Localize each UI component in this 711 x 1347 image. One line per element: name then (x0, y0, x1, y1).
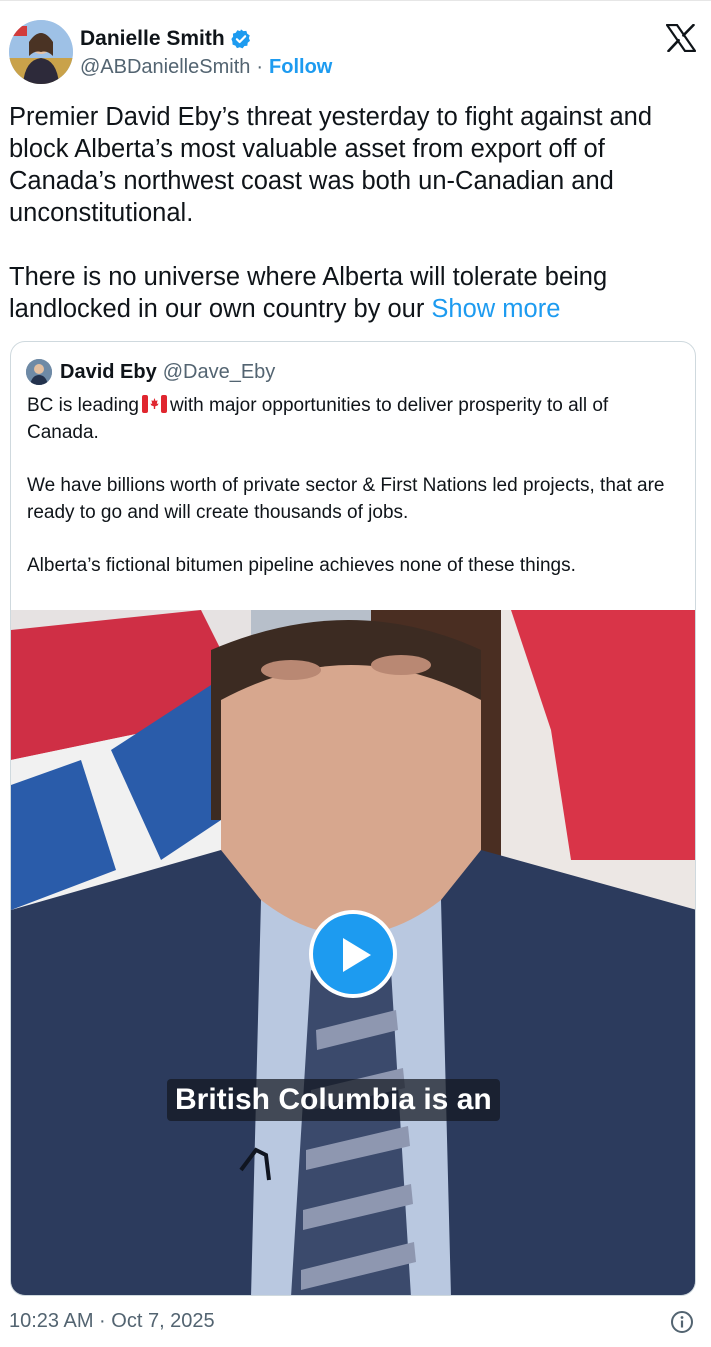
show-more-link[interactable]: Show more (431, 295, 560, 323)
play-button[interactable] (309, 910, 397, 998)
quoted-display-name[interactable]: David Eby (60, 361, 157, 384)
canada-flag-emoji (141, 395, 167, 413)
author-handle-row: @ABDanielleSmith · Follow (80, 56, 332, 79)
quoted-tweet-body: BC is leading with major opportunities t… (27, 392, 677, 579)
author-avatar[interactable] (9, 20, 73, 84)
play-icon (343, 938, 371, 972)
author-display-name[interactable]: Danielle Smith (80, 27, 225, 51)
quoted-line1-start: BC is leading (27, 395, 139, 416)
quoted-video-player[interactable]: British Columbia is an (11, 610, 695, 1295)
follow-button[interactable]: Follow (269, 56, 332, 79)
author-name-row: Danielle Smith (80, 27, 252, 51)
quoted-handle[interactable]: @Dave_Eby (163, 361, 276, 384)
separator-dot: · (256, 56, 264, 78)
quoted-tweet-card[interactable]: David Eby @Dave_Eby BC is leading with m… (10, 341, 696, 1296)
quoted-paragraph-2: We have billions worth of private sector… (27, 475, 665, 523)
quoted-author-avatar[interactable] (26, 359, 52, 385)
tweet-timestamp[interactable]: 10:23 AM · Oct 7, 2025 (9, 1310, 215, 1333)
quoted-paragraph-3: Alberta’s fictional bitumen pipeline ach… (27, 555, 576, 576)
info-icon[interactable] (670, 1310, 694, 1334)
tweet-paragraph-1: Premier David Eby’s threat yesterday to … (9, 103, 653, 227)
tweet-body: Premier David Eby’s threat yesterday to … (9, 101, 699, 325)
top-divider (0, 0, 711, 1)
video-caption: British Columbia is an (167, 1079, 500, 1121)
quoted-author-row: David Eby @Dave_Eby (26, 359, 275, 385)
verified-badge-icon (231, 29, 250, 49)
author-handle[interactable]: @ABDanielleSmith (80, 56, 250, 79)
x-logo-icon[interactable] (666, 24, 696, 52)
quoted-paragraph-1: BC is leading with major opportunities t… (27, 392, 677, 446)
tweet-paragraph-2: There is no universe where Alberta will … (9, 261, 699, 325)
